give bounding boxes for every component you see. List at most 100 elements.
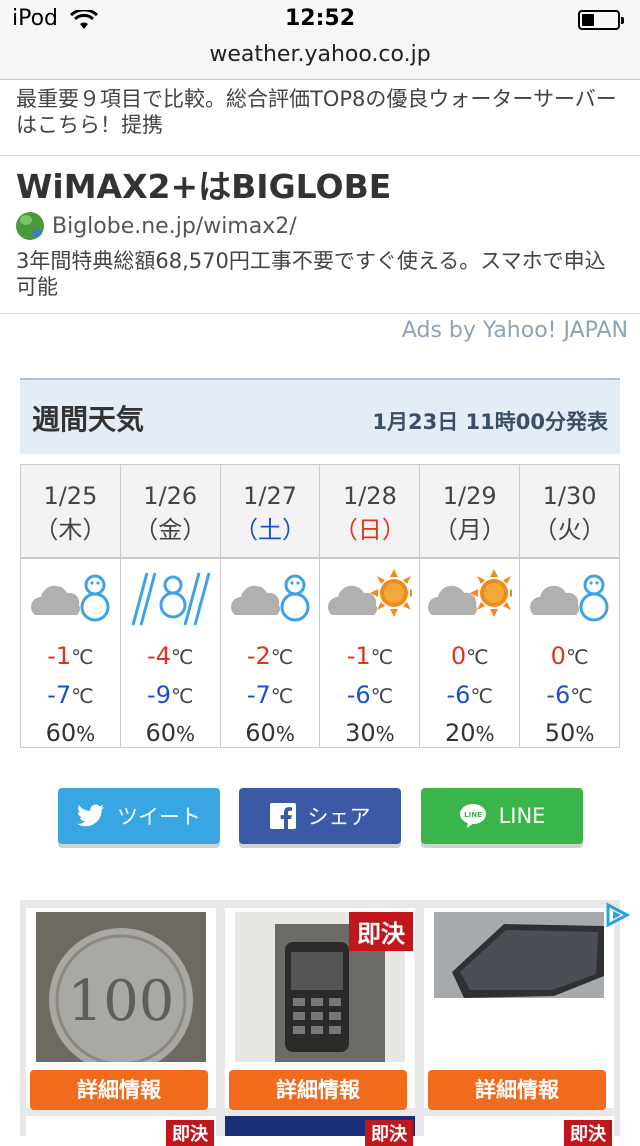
day-header: 1/25 （木） <box>21 465 120 559</box>
forecast-day: 1/28 （日） -1℃ -6℃ 30% <box>320 465 421 748</box>
day-header: 1/28 （日） <box>320 465 420 559</box>
cloud-snow-icon <box>21 559 120 637</box>
temp-unit: ℃ <box>570 684 593 708</box>
ad-url-row[interactable]: Biglobe.ne.jp/wimax2/ <box>16 212 624 240</box>
precip-value: 30 <box>345 719 376 747</box>
day-header: 1/26 （金） <box>120 465 220 559</box>
adchoices-icon[interactable] <box>604 902 630 928</box>
temp-unit: ℃ <box>71 684 94 708</box>
precip-chance: 30% <box>320 715 419 752</box>
twitter-icon <box>77 804 104 827</box>
precip-chance: 50% <box>520 715 619 752</box>
instant-buy-badge: 即決 <box>365 1120 413 1146</box>
precip-value: 60 <box>45 719 77 747</box>
address-bar[interactable]: weather.yahoo.co.jp <box>0 40 640 80</box>
line-share-button[interactable]: LINE LINE <box>421 788 583 844</box>
product-card[interactable]: 即決 <box>424 1116 614 1146</box>
high-temp-value: 0 <box>450 642 467 670</box>
date-label: 1/27 <box>243 482 298 510</box>
high-temp: -1℃ <box>21 637 120 676</box>
temp-unit: ℃ <box>170 645 194 669</box>
battery-level <box>582 14 594 26</box>
coin-image: 100 <box>36 912 206 1062</box>
date-label: 1/30 <box>542 482 597 510</box>
ad-description: 3年間特典総額68,570円工事不要ですぐ使える。スマホで申込可能 <box>16 249 606 299</box>
issued-time: 1月23日 11時00分発表 <box>372 410 608 434</box>
temp-unit: ℃ <box>466 645 489 669</box>
percent-sign: % <box>275 722 295 746</box>
temp-unit: ℃ <box>270 684 294 708</box>
weekday-label: （火） <box>533 516 606 544</box>
facebook-icon <box>269 803 296 829</box>
facebook-share-button[interactable]: シェア <box>239 788 401 844</box>
high-temp-value: -1 <box>47 642 72 670</box>
temp-unit: ℃ <box>170 684 194 708</box>
twitter-share-button[interactable]: ツイート <box>58 788 220 844</box>
percent-sign: % <box>76 722 96 746</box>
globe-icon <box>16 212 44 240</box>
percent-sign: % <box>475 722 495 746</box>
high-temp: -2℃ <box>221 637 320 676</box>
low-temp: -6℃ <box>320 676 419 715</box>
instant-buy-badge: 即決 <box>564 1120 612 1146</box>
precip-chance: 60% <box>221 715 320 752</box>
instant-buy-badge: 即決 <box>166 1120 214 1146</box>
low-temp: -9℃ <box>121 676 220 715</box>
url-text: weather.yahoo.co.jp <box>209 42 431 67</box>
product-card[interactable]: 即決 <box>225 1116 415 1146</box>
forecast-day: 1/26 （金） -4℃ -9℃ 60% <box>120 465 221 748</box>
cloud-sun-icon <box>420 559 519 637</box>
line-share-label: LINE <box>498 804 546 828</box>
weekly-weather-title: 週間天気 <box>32 403 145 436</box>
temp-unit: ℃ <box>370 645 394 669</box>
weekday-label: （日） <box>333 516 406 544</box>
weekday-label: （土） <box>234 516 307 544</box>
high-temp-value: -1 <box>346 642 371 670</box>
forecast-day: 1/30 （火） 0℃ -6℃ 50% <box>520 465 620 748</box>
forecast-day: 1/25 （木） -1℃ -7℃ 60% <box>21 465 121 748</box>
product-card[interactable]: 即決 詳細情報 <box>225 908 415 1110</box>
precip-value: 50 <box>544 719 576 747</box>
precip-value: 20 <box>444 719 476 747</box>
precip-value: 60 <box>145 719 176 747</box>
detail-button[interactable]: 詳細情報 <box>30 1070 208 1110</box>
weekday-label: （金） <box>134 516 207 544</box>
temp-unit: ℃ <box>270 645 294 669</box>
battery-icon <box>578 10 624 30</box>
ad-water-server[interactable]: 最重要９項目で比較。総合評価TOP8の優良ウォーターサーバーはこちら！提携 <box>0 80 640 156</box>
low-temp-value: -6 <box>346 681 371 709</box>
product-card[interactable]: 100 詳細情報 <box>26 908 216 1110</box>
weekday-label: （木） <box>34 516 107 544</box>
precip-chance: 60% <box>21 715 120 752</box>
detail-button[interactable]: 詳細情報 <box>428 1070 606 1110</box>
precip-value: 60 <box>245 719 276 747</box>
temp-unit: ℃ <box>370 684 394 708</box>
low-temp-value: -6 <box>446 681 471 709</box>
ad-title[interactable]: WiMAX2+はBIGLOBE <box>16 166 624 208</box>
high-temp: -4℃ <box>121 637 220 676</box>
high-temp-value: -2 <box>246 642 271 670</box>
low-temp: -7℃ <box>21 676 120 715</box>
high-temp-value: -4 <box>147 642 171 670</box>
cloud-snow-icon <box>520 559 619 637</box>
product-card[interactable]: 詳細情報 <box>424 908 614 1110</box>
forecast-day: 1/27 （土） -2℃ -7℃ 60% <box>220 465 321 748</box>
low-temp: -7℃ <box>221 676 320 715</box>
percent-sign: % <box>176 722 196 746</box>
high-temp-value: 0 <box>550 642 566 670</box>
line-icon: LINE <box>459 804 486 828</box>
percent-sign: % <box>575 722 595 746</box>
tablet-image <box>434 912 604 1062</box>
date-label: 1/25 <box>43 482 98 510</box>
high-temp: 0℃ <box>420 637 519 676</box>
ad-wimax[interactable]: WiMAX2+はBIGLOBE Biglobe.ne.jp/wimax2/ 3年… <box>0 156 640 314</box>
ads-by-label[interactable]: Ads by Yahoo! JAPAN <box>402 318 628 343</box>
svg-text:100: 100 <box>68 969 175 1034</box>
date-label: 1/28 <box>342 482 397 510</box>
detail-button[interactable]: 詳細情報 <box>229 1070 407 1110</box>
date-label: 1/29 <box>442 482 497 510</box>
high-temp: 0℃ <box>520 637 619 676</box>
low-temp-value: -7 <box>246 681 271 709</box>
instant-buy-badge: 即決 <box>349 912 413 951</box>
product-card[interactable]: 即決 <box>26 1116 216 1146</box>
